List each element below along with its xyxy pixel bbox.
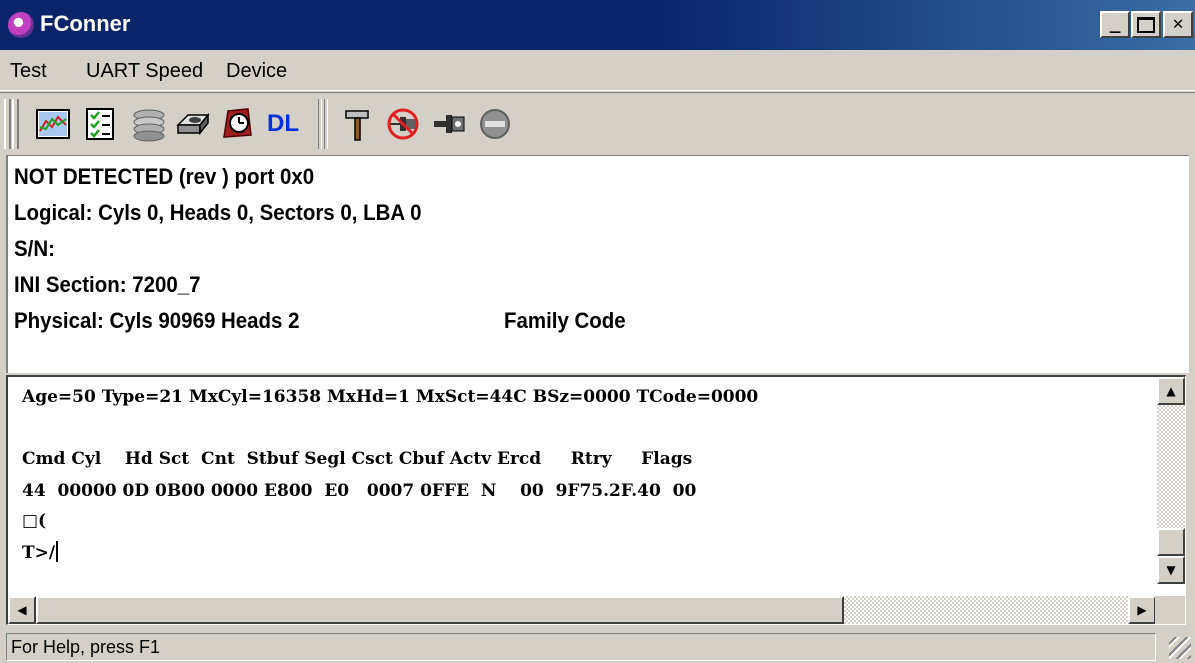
prompt-text: T>/ — [22, 543, 56, 563]
ini-section: INI Section: 7200_7 — [14, 272, 201, 297]
logical-geometry: Logical: Cyls 0, Heads 0, Sectors 0, LBA… — [14, 200, 422, 225]
disconnect-icon — [387, 108, 419, 140]
scroll-up-button[interactable]: ▲ — [1157, 377, 1185, 405]
app-icon[interactable] — [8, 12, 34, 38]
vertical-scroll-thumb[interactable] — [1157, 528, 1185, 556]
console-status-line: Age=50 Type=21 MxCyl=16358 MxHd=1 MxSct=… — [22, 387, 759, 407]
close-button[interactable]: ✕ — [1163, 11, 1193, 38]
device-info-panel: NOT DETECTED (rev ) port 0x0 Logical: Cy… — [6, 155, 1189, 373]
menu-device[interactable]: Device — [226, 60, 287, 83]
console-header: Cmd Cyl Hd Sct Cnt Stbuf Segl Csct Cbuf … — [22, 449, 693, 469]
dl-label: DL — [267, 110, 299, 137]
resize-grip-icon[interactable] — [1169, 637, 1191, 659]
scroll-corner — [1155, 596, 1185, 624]
scroll-down-button[interactable]: ▼ — [1157, 556, 1185, 584]
console-row: 44 00000 0D 0B00 0000 E800 E0 0007 0FFE … — [22, 481, 697, 501]
detection-status: NOT DETECTED (rev ) port 0x0 — [14, 164, 315, 189]
main-window: FConner _ ✕ Test UART Speed Device DL NO… — [0, 0, 1195, 663]
connect-button[interactable] — [428, 103, 470, 145]
status-bar: For Help, press F1 — [0, 627, 1195, 663]
title-bar[interactable]: FConner _ ✕ — [0, 0, 1195, 50]
disk-stack-icon — [133, 109, 165, 142]
disk-stack-button[interactable] — [128, 103, 170, 145]
toolbar-separator — [318, 99, 322, 149]
drive-button[interactable] — [172, 103, 214, 145]
family-code: Family Code — [504, 308, 626, 333]
hammer-icon — [345, 110, 369, 141]
minimize-icon: _ — [1109, 13, 1121, 34]
chart-button[interactable] — [32, 103, 74, 145]
maximize-button[interactable] — [1131, 11, 1161, 38]
timer-icon — [223, 108, 252, 138]
menu-bar: Test UART Speed Device — [0, 52, 1195, 91]
toolbar-grip[interactable] — [4, 99, 11, 149]
connect-icon — [434, 115, 465, 133]
scroll-right-button[interactable]: ▶ — [1128, 596, 1156, 624]
terminal-console[interactable]: Age=50 Type=21 MxCyl=16358 MxHd=1 MxSct=… — [6, 375, 1186, 625]
maximize-icon — [1137, 17, 1155, 33]
toolbar-grip-2[interactable] — [12, 99, 19, 149]
hammer-button[interactable] — [336, 103, 378, 145]
minimize-button[interactable]: _ — [1100, 11, 1130, 38]
stop-button[interactable] — [474, 103, 516, 145]
menu-test[interactable]: Test — [10, 60, 47, 83]
horizontal-scrollbar[interactable]: ◀ ▶ — [8, 596, 1156, 624]
toolbar-separator-2 — [324, 99, 328, 149]
timer-button[interactable] — [216, 103, 258, 145]
serial-number: S/N: — [14, 236, 55, 261]
arrow-up-icon: ▲ — [1166, 384, 1176, 398]
checklist-icon — [86, 108, 114, 140]
disconnect-button[interactable] — [382, 103, 424, 145]
vertical-scrollbar[interactable]: ▲ ▼ — [1157, 377, 1185, 584]
horizontal-scroll-thumb[interactable] — [36, 596, 844, 624]
close-icon: ✕ — [1172, 13, 1184, 34]
arrow-right-icon: ▶ — [1137, 603, 1147, 617]
toolbar: DL — [0, 92, 1195, 155]
physical-geometry: Physical: Cyls 90969 Heads 2 — [14, 308, 300, 333]
arrow-left-icon: ◀ — [17, 603, 27, 617]
console-output: □( — [22, 511, 47, 531]
drive-icon — [176, 112, 210, 136]
window-title: FConner — [40, 11, 131, 36]
scroll-left-button[interactable]: ◀ — [8, 596, 36, 624]
menu-uart-speed[interactable]: UART Speed — [86, 60, 203, 83]
checklist-button[interactable] — [80, 103, 122, 145]
text-caret — [56, 541, 59, 562]
dl-button[interactable]: DL — [262, 103, 304, 145]
console-prompt[interactable]: T>/ — [22, 541, 59, 563]
chart-icon — [36, 109, 70, 139]
arrow-down-icon: ▼ — [1166, 563, 1176, 577]
status-text: For Help, press F1 — [6, 633, 1156, 661]
stop-icon — [480, 109, 510, 139]
